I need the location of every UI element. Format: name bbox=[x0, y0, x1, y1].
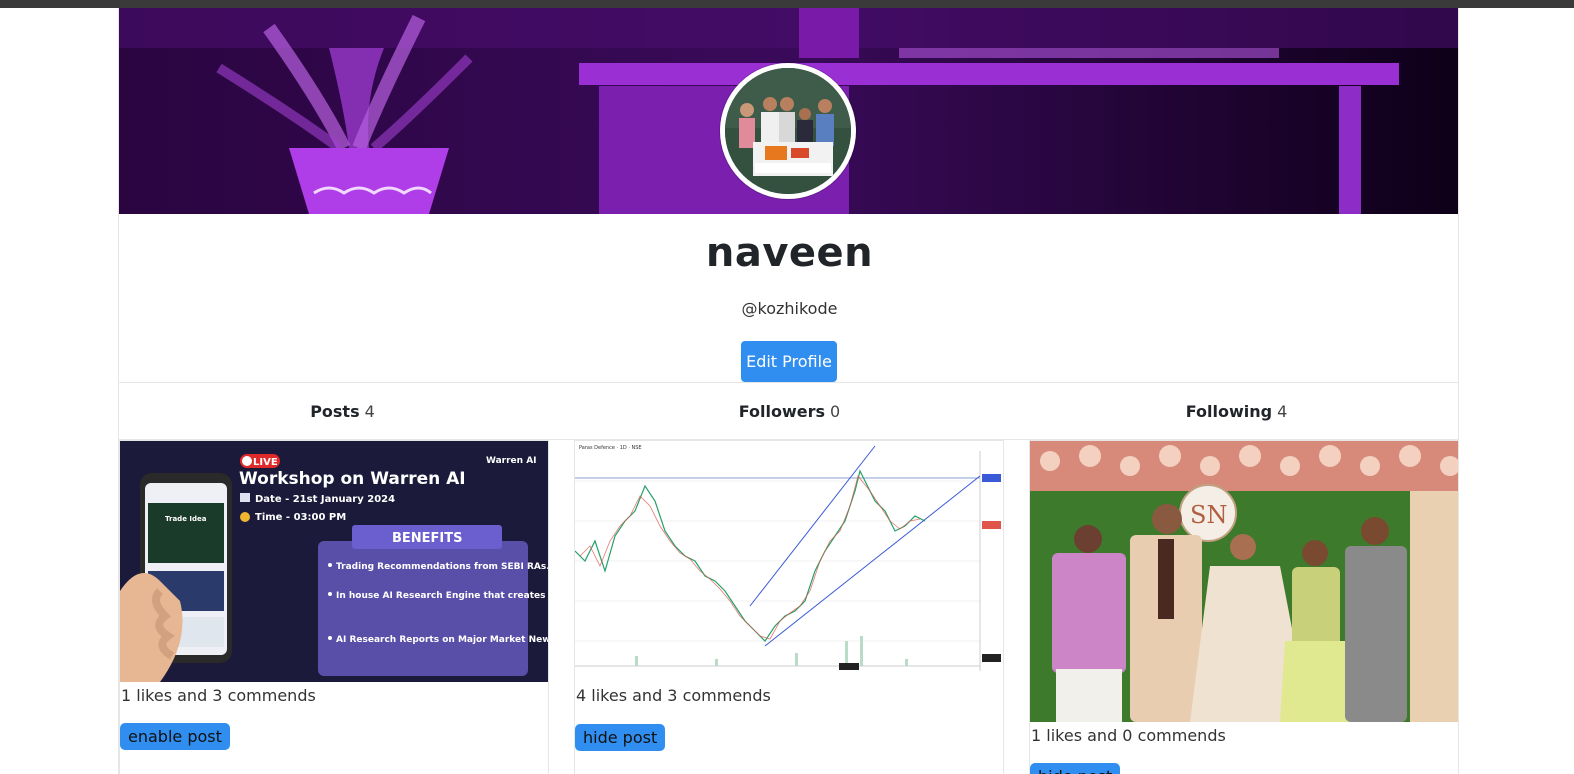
live-badge: LIVE bbox=[253, 457, 278, 468]
posts-grid: LIVE Warren AI Workshop on Warren AI Dat… bbox=[119, 440, 1458, 774]
profile-handle: @kozhikode bbox=[741, 299, 838, 318]
chart-header: Paras Defence · 1D · NSE bbox=[579, 445, 642, 451]
following-stat-label: Following bbox=[1185, 401, 1273, 421]
workshop-title: Workshop on Warren AI bbox=[239, 469, 466, 489]
post-engagement: 1 likes and 3 commends bbox=[121, 686, 316, 705]
followers-stat-label: Followers bbox=[738, 401, 826, 421]
profile-stats: Posts 4 Followers 0 Following 4 bbox=[119, 382, 1458, 440]
following-stat[interactable]: Following 4 bbox=[1013, 383, 1458, 439]
post-engagement: 4 likes and 3 commends bbox=[576, 686, 771, 705]
brand-label: Warren AI bbox=[486, 456, 537, 466]
enable-post-button[interactable]: enable post bbox=[120, 723, 230, 750]
post-card: Paras Defence · 1D · NSE 4 likes and 3 c… bbox=[574, 440, 1004, 774]
backdrop-monogram: SN bbox=[1190, 501, 1227, 529]
post-card: SN 1 likes and 0 commends hid bbox=[1029, 440, 1458, 774]
browser-top-bar bbox=[0, 0, 1574, 8]
followers-stat-count: 0 bbox=[830, 401, 841, 421]
edit-profile-button[interactable]: Edit Profile bbox=[741, 341, 837, 382]
posts-stat-label: Posts bbox=[310, 401, 360, 421]
benefits-title: BENEFITS bbox=[392, 531, 463, 546]
post-card: LIVE Warren AI Workshop on Warren AI Dat… bbox=[119, 440, 549, 774]
posts-stat-count: 4 bbox=[364, 401, 375, 421]
phone-screen-label: Trade Idea bbox=[165, 515, 207, 523]
hide-post-button[interactable]: hide post bbox=[1030, 763, 1121, 774]
workshop-time: Time - 03:00 PM bbox=[255, 512, 346, 523]
profile-card: naveen @kozhikode Edit Profile Posts 4 F… bbox=[118, 8, 1459, 774]
post-image[interactable]: Paras Defence · 1D · NSE bbox=[575, 441, 1003, 682]
followers-stat[interactable]: Followers 0 bbox=[566, 383, 1013, 439]
following-stat-count: 4 bbox=[1277, 401, 1288, 421]
benefit-item: In house AI Research Engine that creates… bbox=[336, 591, 548, 601]
post-image[interactable]: SN bbox=[1030, 441, 1458, 722]
profile-username: naveen bbox=[705, 230, 874, 276]
profile-avatar[interactable] bbox=[720, 63, 856, 199]
benefit-item: AI Research Reports on Major Market News… bbox=[336, 635, 548, 645]
posts-stat[interactable]: Posts 4 bbox=[119, 383, 566, 439]
post-image[interactable]: LIVE Warren AI Workshop on Warren AI Dat… bbox=[120, 441, 548, 682]
hide-post-button[interactable]: hide post bbox=[575, 724, 666, 751]
benefit-item: Trading Recommendations from SEBI RAs. bbox=[336, 562, 548, 572]
post-engagement: 1 likes and 0 commends bbox=[1031, 726, 1226, 745]
workshop-date: Date - 21st January 2024 bbox=[255, 494, 395, 505]
